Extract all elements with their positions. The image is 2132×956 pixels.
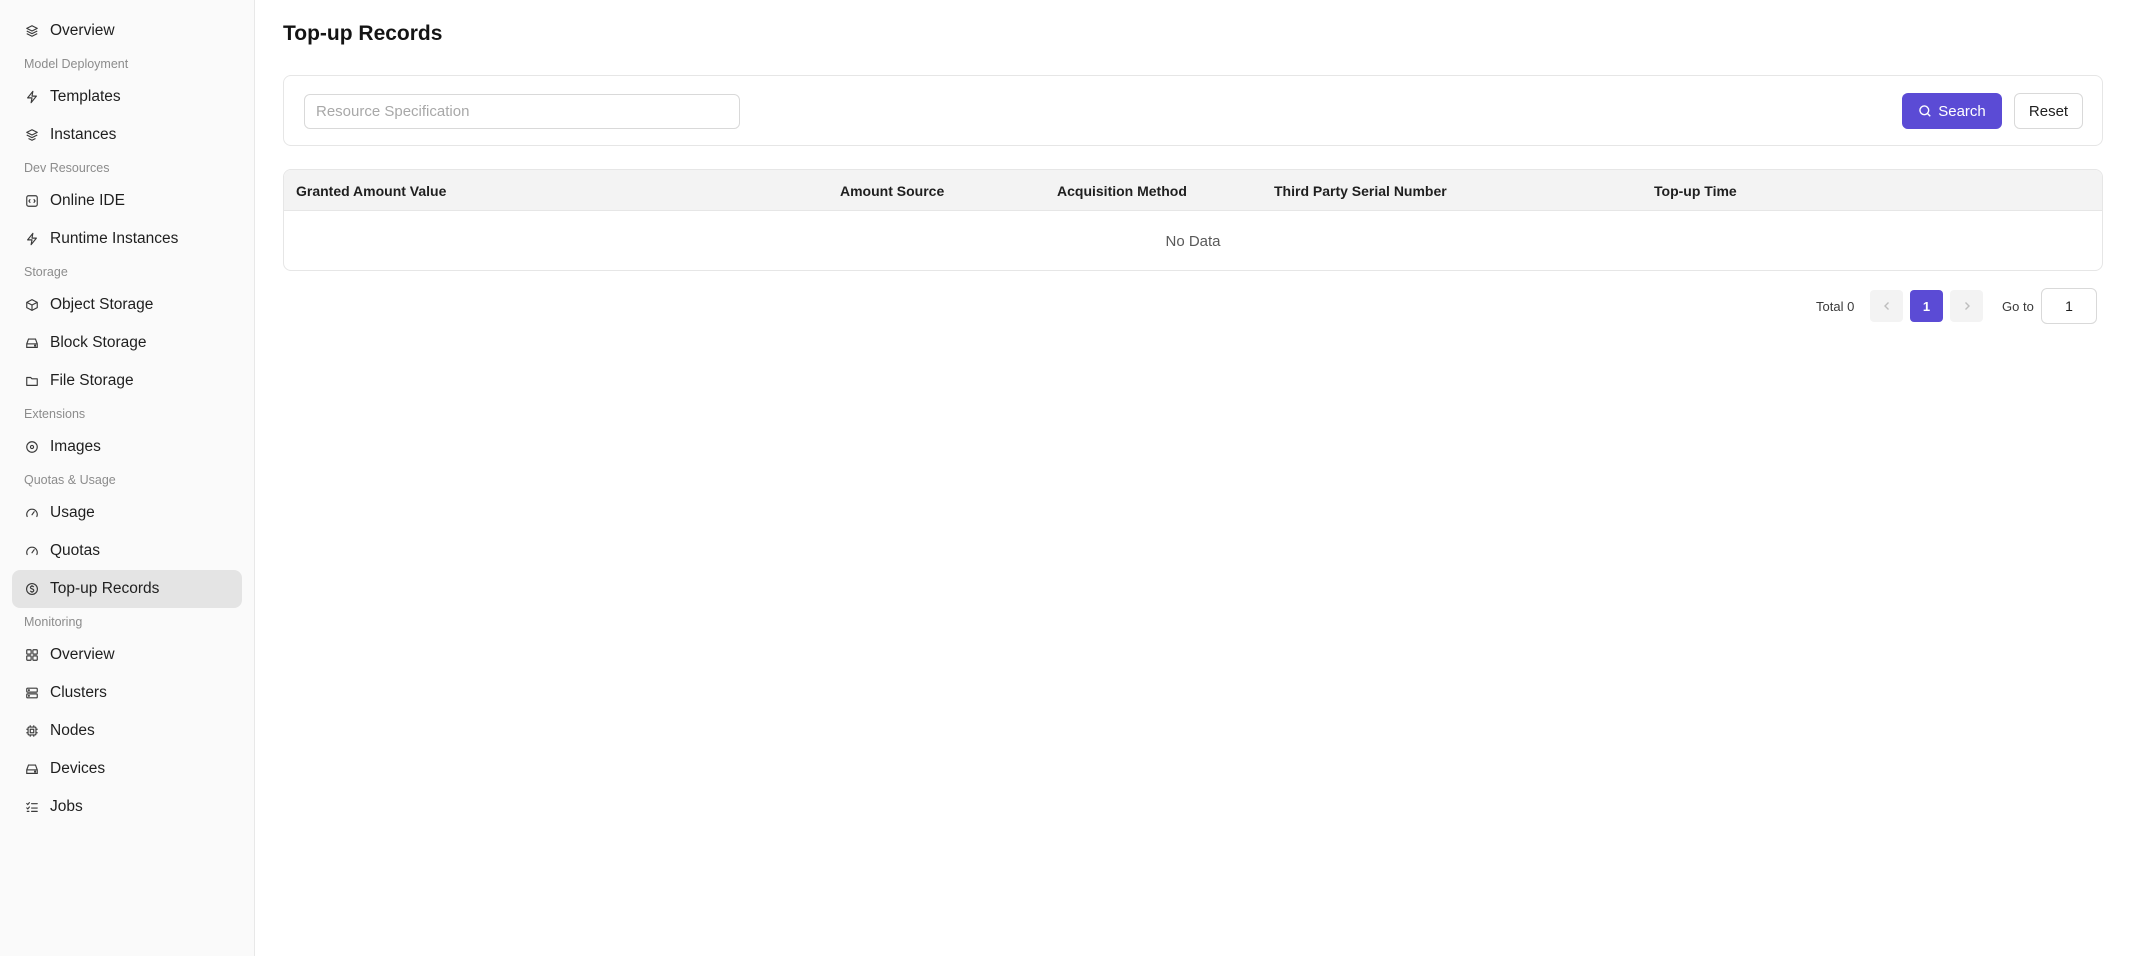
column-header-amount-source[interactable]: Amount Source xyxy=(840,170,944,211)
server-icon xyxy=(24,685,40,701)
column-header-top-up-time[interactable]: Top-up Time xyxy=(1654,170,1737,211)
list-check-icon xyxy=(24,799,40,815)
stack-icon xyxy=(24,127,40,143)
chevron-right-icon xyxy=(1964,302,1970,310)
sidebar-item-usage[interactable]: Usage xyxy=(12,494,242,532)
sidebar-item-label: Jobs xyxy=(50,798,83,815)
page-title: Top-up Records xyxy=(283,22,443,45)
search-button[interactable]: Search xyxy=(1902,93,2002,129)
sidebar-item-label: Quotas xyxy=(50,542,100,559)
gauge-icon xyxy=(24,543,40,559)
filter-panel: Search Reset xyxy=(283,75,2103,146)
sidebar-item-block-storage[interactable]: Block Storage xyxy=(12,324,242,362)
sidebar-item-label: Block Storage xyxy=(50,334,147,351)
sidebar: Overview Model Deployment Templates Instanc… xyxy=(0,0,255,956)
sidebar-item-label: Top-up Records xyxy=(50,580,160,597)
sidebar-item-label: Object Storage xyxy=(50,296,154,313)
pagination: Total 0 1 Go to xyxy=(256,288,2132,324)
sidebar-item-label: Online IDE xyxy=(50,192,125,209)
sidebar-item-label: Templates xyxy=(50,88,121,105)
dollar-circle-icon xyxy=(24,581,40,597)
resource-specification-input[interactable] xyxy=(304,94,740,129)
prev-page-button[interactable] xyxy=(1870,290,1903,322)
sidebar-item-label: File Storage xyxy=(50,372,134,389)
sidebar-group-model-deployment: Model Deployment xyxy=(24,57,129,71)
sidebar-group-storage: Storage xyxy=(24,265,68,279)
column-header-acquisition-method[interactable]: Acquisition Method xyxy=(1057,170,1187,211)
drive-icon xyxy=(24,335,40,351)
sidebar-item-object-storage[interactable]: Object Storage xyxy=(12,286,242,324)
sidebar-item-overview[interactable]: Overview xyxy=(12,12,242,50)
sidebar-item-label: Images xyxy=(50,438,101,455)
column-header-granted-amount-value[interactable]: Granted Amount Value xyxy=(296,170,446,211)
bolt-icon xyxy=(24,89,40,105)
empty-state: No Data xyxy=(1165,232,1221,250)
layers-icon xyxy=(24,23,40,39)
records-table: Granted Amount Value Amount Source Acqui… xyxy=(283,169,2103,271)
cube-icon xyxy=(24,297,40,313)
sidebar-item-label: Devices xyxy=(50,760,106,777)
sidebar-item-overview[interactable]: Overview xyxy=(12,636,242,674)
next-page-button[interactable] xyxy=(1950,290,1983,322)
sidebar-item-label: Usage xyxy=(50,504,95,521)
sidebar-group-dev-resources: Dev Resources xyxy=(24,161,110,175)
search-icon xyxy=(1918,104,1932,118)
gauge-icon xyxy=(24,505,40,521)
sidebar-item-file-storage[interactable]: File Storage xyxy=(12,362,242,400)
chevron-left-icon xyxy=(1883,302,1889,310)
sidebar-item-online-ide[interactable]: Online IDE xyxy=(12,182,242,220)
table-header: Granted Amount Value Amount Source Acqui… xyxy=(284,170,2102,211)
sidebar-item-label: Overview xyxy=(50,646,115,663)
drive-icon xyxy=(24,761,40,777)
dashboard-icon xyxy=(24,647,40,663)
sidebar-item-templates[interactable]: Templates xyxy=(12,78,242,116)
sidebar-item-quotas[interactable]: Quotas xyxy=(12,532,242,570)
sidebar-item-clusters[interactable]: Clusters xyxy=(12,674,242,712)
bolt-icon xyxy=(24,231,40,247)
page-button-current[interactable]: 1 xyxy=(1910,290,1943,322)
disc-icon xyxy=(24,439,40,455)
code-square-icon xyxy=(24,193,40,209)
search-button-label: Search xyxy=(1938,102,1986,120)
sidebar-item-devices[interactable]: Devices xyxy=(12,750,242,788)
folder-icon xyxy=(24,373,40,389)
main-content: Top-up Records Search Reset Granted Amou… xyxy=(256,0,2132,956)
total-count: Total 0 xyxy=(1816,298,1855,314)
sidebar-item-label: Instances xyxy=(50,126,117,143)
sidebar-group-monitoring: Monitoring xyxy=(24,615,83,629)
sidebar-item-jobs[interactable]: Jobs xyxy=(12,788,242,826)
column-header-third-party-serial-number[interactable]: Third Party Serial Number xyxy=(1274,170,1447,211)
goto-label: Go to xyxy=(2002,298,2034,314)
chip-icon xyxy=(24,723,40,739)
sidebar-item-instances[interactable]: Instances xyxy=(12,116,242,154)
sidebar-item-label: Clusters xyxy=(50,684,107,701)
sidebar-item-images[interactable]: Images xyxy=(12,428,242,466)
sidebar-item-top-up-records[interactable]: Top-up Records xyxy=(12,570,242,608)
sidebar-item-label: Overview xyxy=(50,22,115,39)
sidebar-item-runtime-instances[interactable]: Runtime Instances xyxy=(12,220,242,258)
reset-button[interactable]: Reset xyxy=(2014,93,2083,129)
sidebar-group-quotas-and-usage: Quotas & Usage xyxy=(24,473,116,487)
sidebar-item-label: Nodes xyxy=(50,722,95,739)
goto-page-input[interactable] xyxy=(2041,288,2097,324)
sidebar-item-label: Runtime Instances xyxy=(50,230,179,247)
sidebar-item-nodes[interactable]: Nodes xyxy=(12,712,242,750)
sidebar-group-extensions: Extensions xyxy=(24,407,86,421)
